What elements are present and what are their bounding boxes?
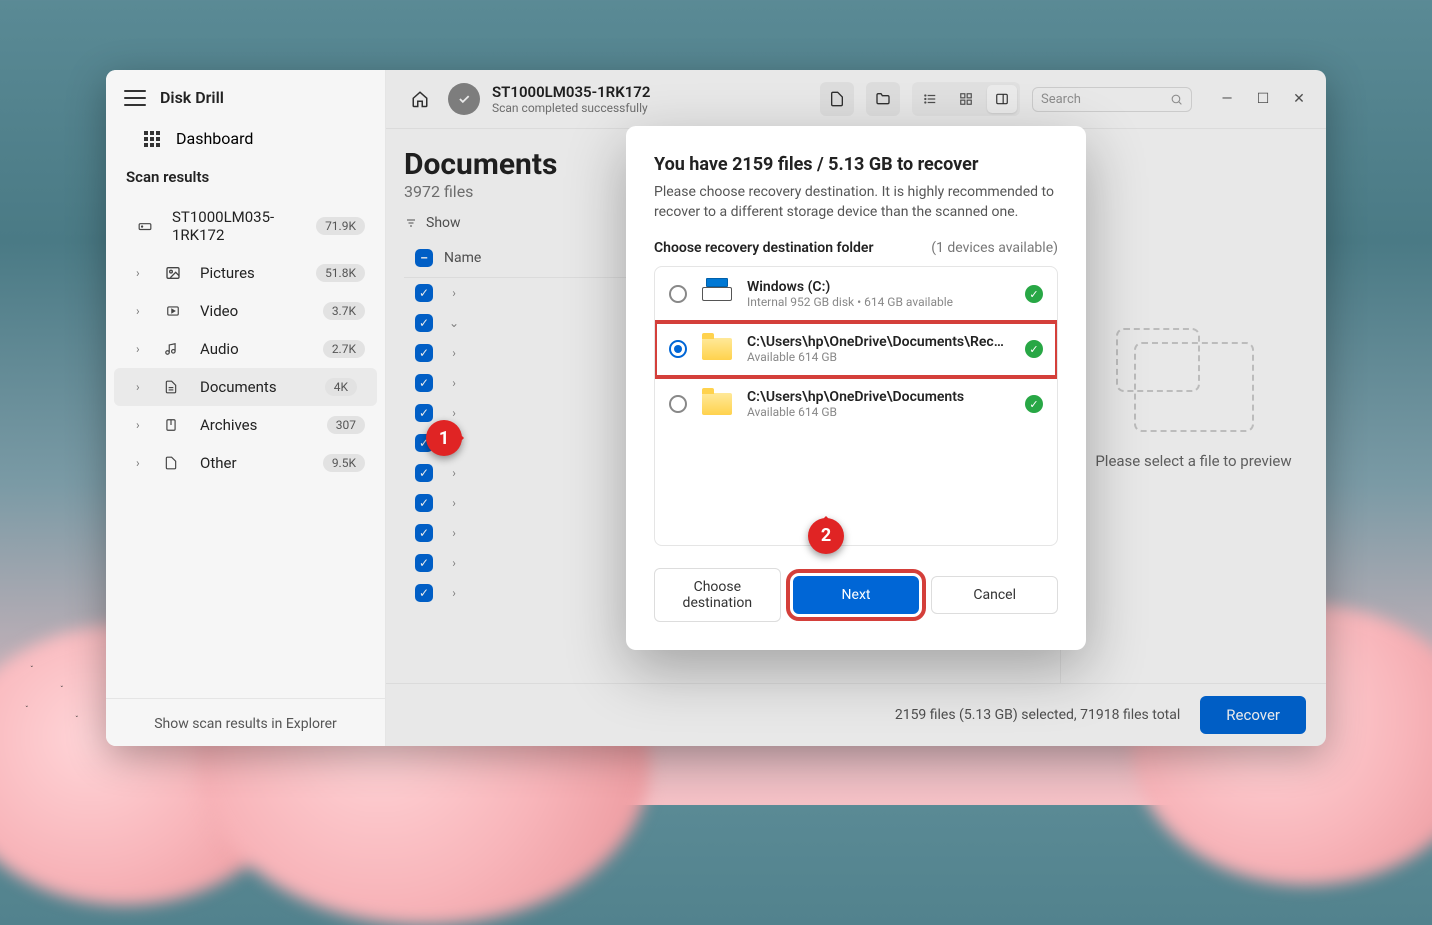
scan-results-label: Scan results bbox=[106, 158, 385, 192]
destination-subtitle: Available 614 GB bbox=[747, 405, 1011, 419]
count-badge: 51.8K bbox=[316, 264, 365, 282]
destination-option[interactable]: C:\Users\hp\OneDrive\DocumentsAvailable … bbox=[655, 377, 1057, 431]
sidebar-item-label: ST1000LM035-1RK172 bbox=[172, 208, 300, 244]
destination-subtitle: Available 614 GB bbox=[747, 350, 1011, 364]
destination-title: C:\Users\hp\OneDrive\Documents bbox=[747, 389, 1011, 405]
modal-description: Please choose recovery destination. It i… bbox=[654, 183, 1058, 222]
chevron-right-icon: › bbox=[136, 380, 148, 394]
destination-subtitle: Internal 952 GB disk • 614 GB available bbox=[747, 295, 1011, 309]
cancel-button[interactable]: Cancel bbox=[931, 576, 1058, 614]
chevron-right-icon: › bbox=[136, 418, 148, 432]
annotation-marker-2: 2 bbox=[808, 518, 844, 554]
radio-button[interactable] bbox=[669, 285, 687, 303]
sidebar-item-dashboard[interactable]: Dashboard bbox=[106, 119, 385, 158]
radio-button[interactable] bbox=[669, 395, 687, 413]
recovery-destination-modal: You have 2159 files / 5.13 GB to recover… bbox=[626, 126, 1086, 650]
available-badge: ✓ bbox=[1025, 340, 1043, 358]
other-icon bbox=[164, 454, 184, 472]
folder-icon bbox=[702, 393, 732, 415]
destination-option[interactable]: Windows (C:)Internal 952 GB disk • 614 G… bbox=[655, 267, 1057, 322]
destination-title: Windows (C:) bbox=[747, 279, 1011, 295]
choose-destination-button[interactable]: Choose destination bbox=[654, 568, 781, 622]
sidebar-item-label: Documents bbox=[200, 378, 309, 396]
sidebar-item-label: Audio bbox=[200, 340, 307, 358]
hamburger-button[interactable] bbox=[124, 90, 146, 106]
dashboard-label: Dashboard bbox=[176, 129, 253, 148]
chevron-right-icon: › bbox=[136, 266, 148, 280]
sidebar-item-audio[interactable]: › Audio 2.7K bbox=[106, 330, 385, 368]
sidebar-item-pictures[interactable]: › Pictures 51.8K bbox=[106, 254, 385, 292]
chevron-right-icon: › bbox=[136, 342, 148, 356]
choose-folder-label: Choose recovery destination folder bbox=[654, 240, 873, 256]
destination-title: C:\Users\hp\OneDrive\Documents\Recov… bbox=[747, 334, 1011, 350]
video-icon bbox=[164, 304, 184, 318]
sidebar-item-st1000lm035-1rk172[interactable]: ST1000LM035-1RK172 71.9K bbox=[106, 198, 385, 254]
sidebar-item-label: Archives bbox=[200, 416, 311, 434]
sidebar-item-other[interactable]: › Other 9.5K bbox=[106, 444, 385, 482]
next-button[interactable]: Next bbox=[793, 576, 920, 614]
sidebar-item-label: Other bbox=[200, 454, 307, 472]
sidebar-item-documents[interactable]: › Documents 4K bbox=[114, 368, 377, 406]
count-badge: 307 bbox=[327, 416, 365, 434]
available-badge: ✓ bbox=[1025, 285, 1043, 303]
disk-icon bbox=[702, 287, 732, 301]
archive-icon bbox=[164, 416, 184, 434]
app-title: Disk Drill bbox=[160, 88, 224, 107]
image-icon bbox=[164, 265, 184, 281]
radio-button[interactable] bbox=[669, 340, 687, 358]
count-badge: 4K bbox=[325, 378, 357, 396]
doc-icon bbox=[164, 378, 184, 396]
count-badge: 71.9K bbox=[316, 217, 365, 235]
chevron-right-icon: › bbox=[136, 456, 148, 470]
audio-icon bbox=[164, 340, 184, 358]
sidebar-item-video[interactable]: › Video 3.7K bbox=[106, 292, 385, 330]
sidebar-item-archives[interactable]: › Archives 307 bbox=[106, 406, 385, 444]
annotation-marker-1: 1 bbox=[426, 420, 462, 456]
chevron-right-icon: › bbox=[136, 304, 148, 318]
sidebar: Disk Drill Dashboard Scan results ST1000… bbox=[106, 70, 386, 746]
drive-icon bbox=[136, 219, 156, 233]
available-badge: ✓ bbox=[1025, 395, 1043, 413]
devices-available-label: (1 devices available) bbox=[931, 240, 1058, 256]
sidebar-item-label: Video bbox=[200, 302, 307, 320]
count-badge: 2.7K bbox=[323, 340, 365, 358]
sidebar-item-label: Pictures bbox=[200, 264, 300, 282]
count-badge: 3.7K bbox=[323, 302, 365, 320]
count-badge: 9.5K bbox=[323, 454, 365, 472]
destination-option[interactable]: C:\Users\hp\OneDrive\Documents\Recov…Ava… bbox=[655, 322, 1057, 377]
main-area: ST1000LM035-1RK172 Scan completed succes… bbox=[386, 70, 1326, 746]
show-in-explorer-button[interactable]: Show scan results in Explorer bbox=[154, 716, 337, 732]
app-window: Disk Drill Dashboard Scan results ST1000… bbox=[106, 70, 1326, 746]
folder-icon bbox=[702, 338, 732, 360]
modal-overlay: You have 2159 files / 5.13 GB to recover… bbox=[386, 70, 1326, 746]
grid-icon bbox=[144, 131, 162, 147]
modal-heading: You have 2159 files / 5.13 GB to recover bbox=[654, 154, 1058, 175]
